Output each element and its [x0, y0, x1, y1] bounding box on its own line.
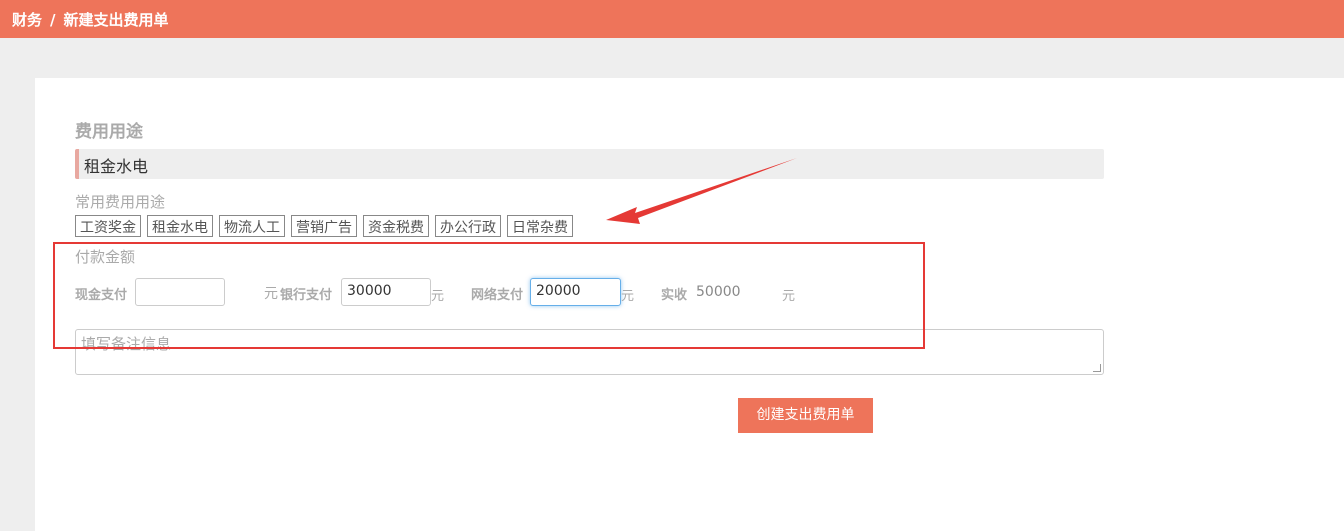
tag-salary-bonus[interactable]: 工资奖金: [75, 215, 141, 237]
breadcrumb-separator: /: [50, 11, 56, 29]
common-purpose-tags: 工资奖金 租金水电 物流人工 营销广告 资金税费 办公行政 日常杂费: [75, 215, 573, 237]
common-purpose-label: 常用费用用途: [75, 193, 166, 211]
resize-grip-icon[interactable]: [1093, 364, 1101, 372]
cash-payment-label: 现金支付: [75, 288, 128, 303]
create-expense-button[interactable]: 创建支出费用单: [738, 398, 873, 433]
breadcrumb: 财务 / 新建支出费用单: [12, 9, 169, 30]
online-payment-label: 网络支付: [471, 288, 524, 303]
tag-office-admin[interactable]: 办公行政: [435, 215, 501, 237]
note-placeholder: 填写备注信息: [81, 335, 172, 353]
tag-daily-misc[interactable]: 日常杂费: [507, 215, 573, 237]
form-panel: [35, 78, 1344, 531]
breadcrumb-current: 新建支出费用单: [63, 11, 169, 29]
tag-capital-tax[interactable]: 资金税费: [363, 215, 429, 237]
received-value: 50000: [696, 284, 741, 300]
payment-amount-label: 付款金额: [75, 248, 136, 266]
received-unit: 元: [782, 289, 796, 304]
cash-payment-input[interactable]: [135, 278, 225, 306]
note-textarea[interactable]: 填写备注信息: [75, 329, 1104, 375]
bank-unit: 元: [431, 289, 445, 304]
bank-payment-label: 银行支付: [280, 288, 333, 303]
tag-marketing-ads[interactable]: 营销广告: [291, 215, 357, 237]
tag-logistics-labor[interactable]: 物流人工: [219, 215, 285, 237]
breadcrumb-finance[interactable]: 财务: [12, 11, 42, 29]
cash-unit: 元: [264, 286, 278, 302]
received-label: 实收: [661, 288, 688, 303]
top-header: 财务 / 新建支出费用单: [0, 0, 1344, 38]
bank-payment-input[interactable]: 30000: [341, 278, 431, 306]
purpose-label: 费用用途: [75, 122, 143, 142]
tag-rent-utilities[interactable]: 租金水电: [147, 215, 213, 237]
online-unit: 元: [621, 289, 635, 304]
purpose-input[interactable]: 租金水电: [75, 149, 1104, 179]
online-payment-input[interactable]: 20000: [530, 278, 621, 306]
